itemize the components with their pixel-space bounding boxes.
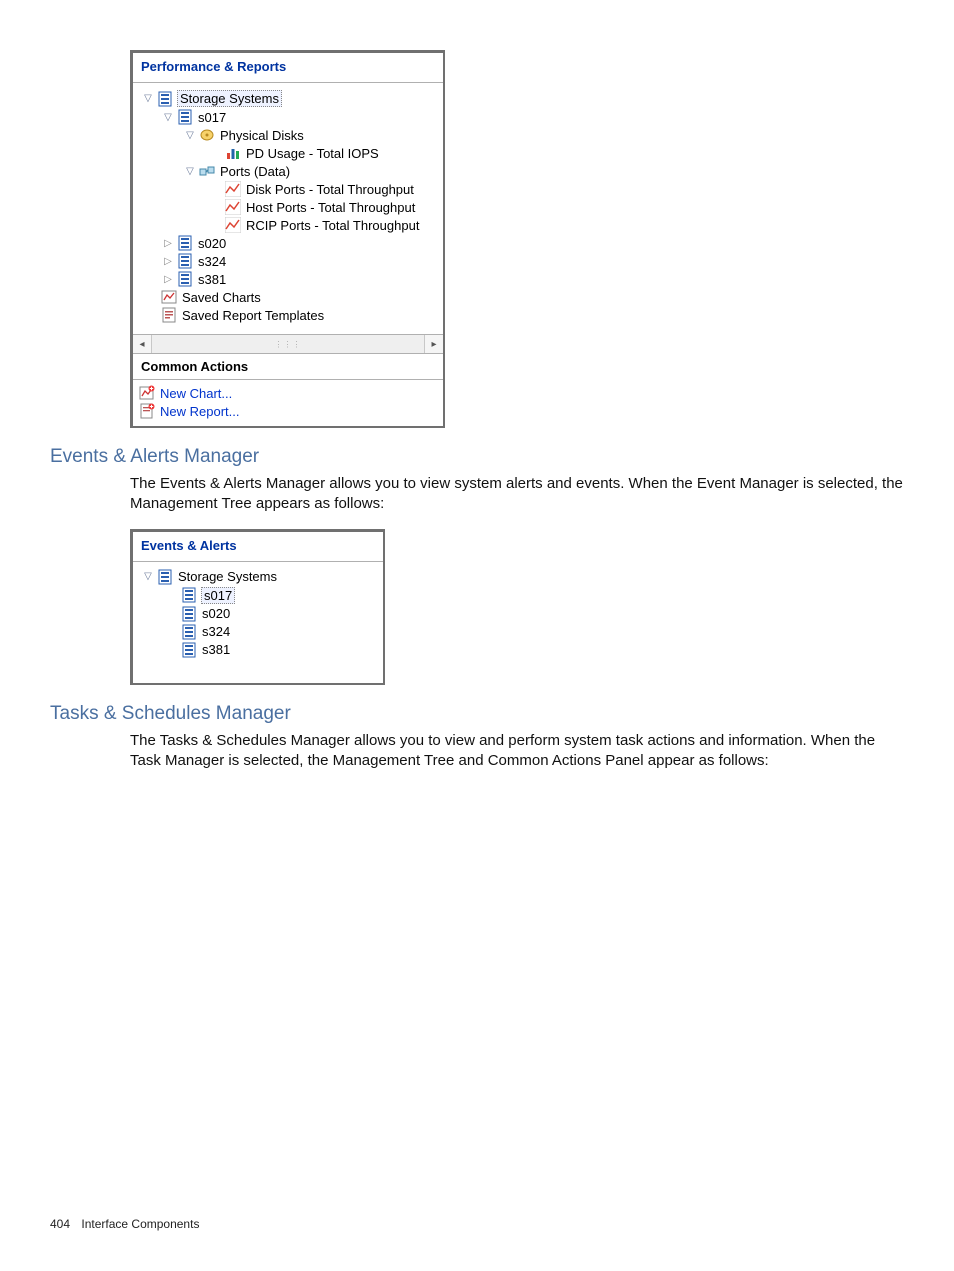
body-text: The Tasks & Schedules Manager allows you… bbox=[130, 731, 904, 772]
tree-node-label: RCIP Ports - Total Throughput bbox=[245, 218, 420, 233]
tree-node-label: s017 bbox=[197, 110, 227, 125]
new-chart-icon bbox=[139, 385, 155, 401]
storage-icon bbox=[157, 569, 173, 585]
tree-node-label: Saved Charts bbox=[181, 290, 262, 305]
storage-icon bbox=[181, 606, 197, 622]
tree-node-s020[interactable]: s020 bbox=[137, 605, 379, 623]
tree-node-label: s381 bbox=[201, 642, 231, 657]
expand-toggle-icon[interactable]: ▽ bbox=[163, 112, 173, 123]
scroll-track[interactable]: ⋮⋮⋮ bbox=[152, 335, 424, 353]
collapse-toggle-icon[interactable]: ▷ bbox=[163, 274, 173, 285]
storage-icon bbox=[181, 642, 197, 658]
tree-node-s381[interactable]: ▷ s381 bbox=[137, 270, 439, 288]
events-tree: ▽ Storage Systems s017 s020 bbox=[133, 562, 383, 683]
storage-icon bbox=[157, 91, 173, 107]
bar-chart-icon bbox=[225, 145, 241, 161]
expand-toggle-icon[interactable]: ▽ bbox=[143, 93, 153, 104]
line-chart-icon bbox=[225, 181, 241, 197]
common-actions-header: Common Actions bbox=[133, 353, 443, 380]
storage-icon bbox=[177, 235, 193, 251]
tree-node-label: s324 bbox=[197, 254, 227, 269]
tree-node-storage-systems[interactable]: ▽ Storage Systems bbox=[137, 89, 439, 108]
saved-template-icon bbox=[161, 307, 177, 323]
perf-tree: ▽ Storage Systems ▽ s017 ▽ Physical Disk… bbox=[133, 83, 443, 334]
storage-icon bbox=[181, 587, 197, 603]
tree-node-s381[interactable]: s381 bbox=[137, 641, 379, 659]
tree-node-s020[interactable]: ▷ s020 bbox=[137, 234, 439, 252]
expand-toggle-icon[interactable]: ▽ bbox=[185, 166, 195, 177]
saved-chart-icon bbox=[161, 289, 177, 305]
tree-node-saved-charts[interactable]: Saved Charts bbox=[137, 288, 439, 306]
line-chart-icon bbox=[225, 199, 241, 215]
scroll-left-button[interactable]: ◂ bbox=[133, 335, 152, 353]
tree-node-saved-templates[interactable]: Saved Report Templates bbox=[137, 306, 439, 324]
action-new-chart[interactable]: New Chart... bbox=[139, 384, 437, 402]
tree-leaf-pd-usage[interactable]: PD Usage - Total IOPS bbox=[137, 144, 439, 162]
horizontal-scrollbar[interactable]: ◂ ⋮⋮⋮ ▸ bbox=[133, 334, 443, 353]
action-label: New Chart... bbox=[159, 386, 233, 401]
tree-node-ports-data[interactable]: ▽ Ports (Data) bbox=[137, 162, 439, 180]
tree-node-label: s381 bbox=[197, 272, 227, 287]
tree-node-label: Saved Report Templates bbox=[181, 308, 325, 323]
collapse-toggle-icon[interactable]: ▷ bbox=[163, 256, 173, 267]
tree-leaf-disk-ports[interactable]: Disk Ports - Total Throughput bbox=[137, 180, 439, 198]
body-text: The Events & Alerts Manager allows you t… bbox=[130, 474, 904, 515]
action-label: New Report... bbox=[159, 404, 240, 419]
heading-events-alerts-manager: Events & Alerts Manager bbox=[50, 446, 904, 468]
tree-node-label: s020 bbox=[201, 606, 231, 621]
storage-icon bbox=[177, 109, 193, 125]
panel-title: Performance & Reports bbox=[133, 53, 443, 83]
tree-node-label: Storage Systems bbox=[177, 569, 278, 584]
tree-node-s324[interactable]: ▷ s324 bbox=[137, 252, 439, 270]
tree-node-label: Disk Ports - Total Throughput bbox=[245, 182, 415, 197]
tree-node-storage-systems[interactable]: ▽ Storage Systems bbox=[137, 568, 379, 586]
common-actions: New Chart... New Report... bbox=[133, 380, 443, 426]
tree-leaf-rcip-ports[interactable]: RCIP Ports - Total Throughput bbox=[137, 216, 439, 234]
page-footer: 404 Interface Components bbox=[50, 1217, 199, 1231]
ports-icon bbox=[199, 163, 215, 179]
tree-node-s324[interactable]: s324 bbox=[137, 623, 379, 641]
tree-node-label: Host Ports - Total Throughput bbox=[245, 200, 416, 215]
tree-node-label: PD Usage - Total IOPS bbox=[245, 146, 380, 161]
tree-node-label: s324 bbox=[201, 624, 231, 639]
storage-icon bbox=[177, 253, 193, 269]
tree-node-label: s017 bbox=[201, 587, 235, 604]
tree-node-s017[interactable]: s017 bbox=[137, 586, 379, 605]
tree-node-label: Storage Systems bbox=[177, 90, 282, 107]
tree-node-physical-disks[interactable]: ▽ Physical Disks bbox=[137, 126, 439, 144]
panel-title: Events & Alerts bbox=[133, 532, 383, 562]
events-alerts-panel: Events & Alerts ▽ Storage Systems s017 s… bbox=[130, 529, 385, 685]
page-number: 404 bbox=[50, 1217, 70, 1231]
tree-node-label: Physical Disks bbox=[219, 128, 305, 143]
tree-node-label: Ports (Data) bbox=[219, 164, 291, 179]
new-report-icon bbox=[139, 403, 155, 419]
storage-icon bbox=[181, 624, 197, 640]
tree-node-s017[interactable]: ▽ s017 bbox=[137, 108, 439, 126]
collapse-toggle-icon[interactable]: ▷ bbox=[163, 238, 173, 249]
line-chart-icon bbox=[225, 217, 241, 233]
expand-toggle-icon[interactable]: ▽ bbox=[143, 571, 153, 582]
action-new-report[interactable]: New Report... bbox=[139, 402, 437, 420]
scroll-right-button[interactable]: ▸ bbox=[424, 335, 443, 353]
tree-node-label: s020 bbox=[197, 236, 227, 251]
performance-reports-panel: Performance & Reports ▽ Storage Systems … bbox=[130, 50, 445, 428]
disk-icon bbox=[199, 127, 215, 143]
footer-section-name: Interface Components bbox=[81, 1217, 199, 1231]
tree-leaf-host-ports[interactable]: Host Ports - Total Throughput bbox=[137, 198, 439, 216]
heading-tasks-schedules-manager: Tasks & Schedules Manager bbox=[50, 703, 904, 725]
storage-icon bbox=[177, 271, 193, 287]
expand-toggle-icon[interactable]: ▽ bbox=[185, 130, 195, 141]
